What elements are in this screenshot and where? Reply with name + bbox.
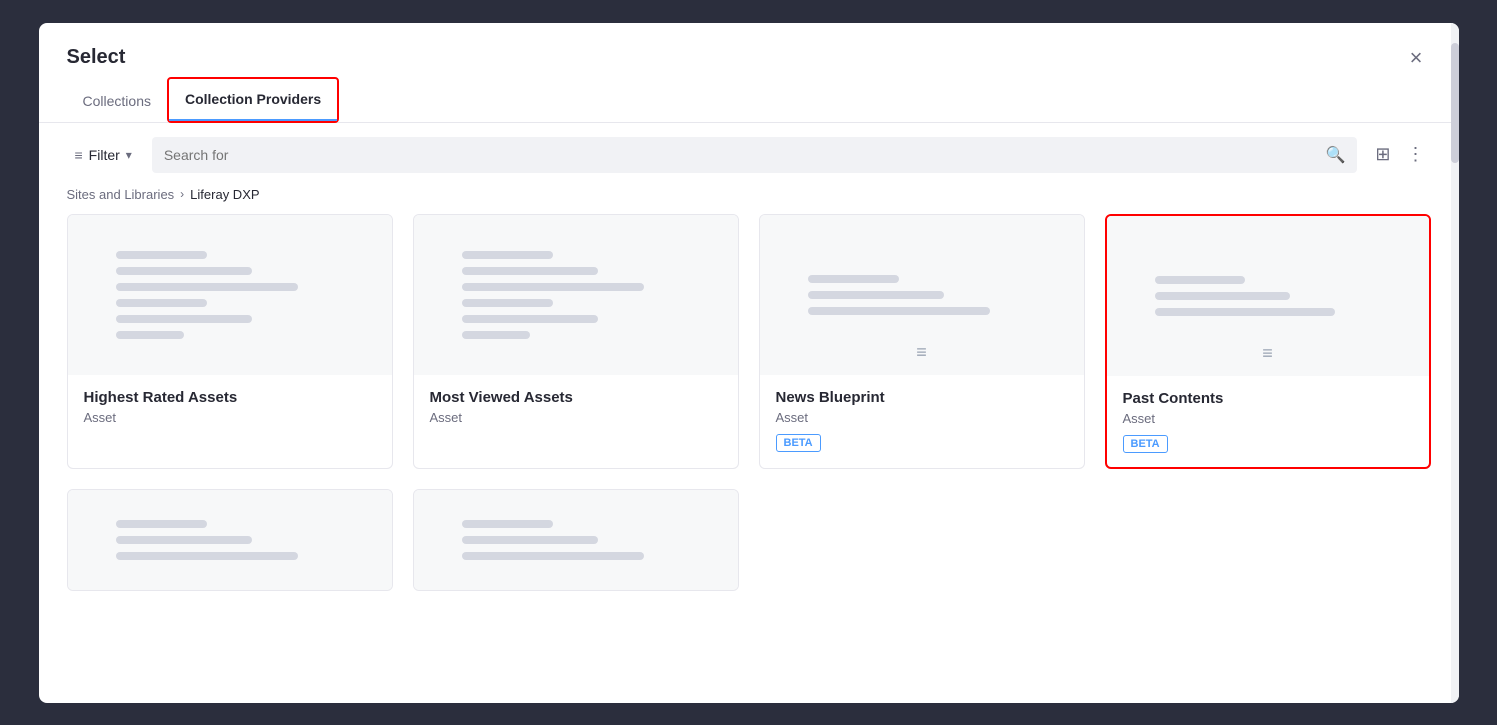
filter-button[interactable]: ≡ Filter ▾ [67,141,140,169]
card-preview: ≡ [760,215,1084,375]
skeleton-line [116,267,252,275]
skeleton-lines [808,275,1035,315]
card-title: Most Viewed Assets [430,389,722,406]
scrollbar-track[interactable] [1451,23,1459,703]
skeleton-lines [462,251,689,339]
skeleton-line [462,251,553,259]
card-title: News Blueprint [776,389,1068,406]
cards-grid: Highest Rated Assets Asset [67,214,1431,469]
card-body: Highest Rated Assets Asset [68,375,392,447]
skeleton-lines [116,520,343,560]
search-input[interactable] [164,147,1318,163]
skeleton-line [462,536,598,544]
cards-grid-row2 [67,489,1431,591]
skeleton-line [1155,292,1290,300]
select-modal: Select × Collections Collection Provider… [39,23,1459,703]
tab-collection-providers[interactable]: Collection Providers [169,79,337,121]
card-preview [68,490,392,590]
search-bar: 🔍 [152,137,1358,173]
skeleton-line [116,520,207,528]
skeleton-line [116,283,297,291]
skeleton-lines [116,251,343,339]
skeleton-line [462,552,643,560]
breadcrumb: Sites and Libraries › Liferay DXP [39,187,1459,214]
modal-header: Select × [39,23,1459,73]
grid-icon: ⊞ [1375,144,1390,164]
skeleton-line [116,331,184,339]
card-preview [68,215,392,375]
filter-symbol-icon: ≡ [916,342,927,363]
card-subtitle: Asset [776,410,1068,425]
card-body: Most Viewed Assets Asset [414,375,738,447]
skeleton-lines [462,520,689,560]
close-button[interactable]: × [1402,43,1431,73]
skeleton-line [462,315,598,323]
card-preview: ≡ [1107,216,1429,376]
skeleton-line [1155,308,1335,316]
tab-collections[interactable]: Collections [67,81,167,123]
card-body: Past Contents Asset BETA [1107,376,1429,467]
skeleton-line [808,275,899,283]
modal-title: Select [67,46,126,69]
filter-label: Filter [89,147,120,163]
breadcrumb-current: Liferay DXP [190,187,259,202]
skeleton-line [116,299,207,307]
partial-card-2[interactable] [413,489,739,591]
card-past-contents[interactable]: ≡ Past Contents Asset BETA [1105,214,1431,469]
card-subtitle: Asset [84,410,376,425]
card-preview [414,490,738,590]
search-icon-button[interactable]: 🔍 [1325,145,1345,165]
skeleton-line [116,251,207,259]
card-highest-rated[interactable]: Highest Rated Assets Asset [67,214,393,469]
card-title: Past Contents [1123,390,1413,407]
skeleton-line [462,283,643,291]
skeleton-line [116,552,297,560]
partial-card-1[interactable] [67,489,393,591]
breadcrumb-separator: › [180,187,184,201]
modal-overlay: Select × Collections Collection Provider… [0,0,1497,725]
card-subtitle: Asset [1123,411,1413,426]
skeleton-line [462,267,598,275]
card-body: News Blueprint Asset BETA [760,375,1084,466]
skeleton-line [1155,276,1245,284]
card-subtitle: Asset [430,410,722,425]
card-most-viewed[interactable]: Most Viewed Assets Asset [413,214,739,469]
toolbar: ≡ Filter ▾ 🔍 ⊞ ⋮ [39,123,1459,187]
beta-badge: BETA [1123,435,1168,453]
options-icon: ⋮ [1407,144,1425,164]
card-news-blueprint[interactable]: ≡ News Blueprint Asset BETA [759,214,1085,469]
skeleton-line [116,536,252,544]
skeleton-line [808,307,989,315]
filter-symbol-icon: ≡ [1262,343,1273,364]
search-icon: 🔍 [1325,147,1345,164]
filter-icon: ≡ [75,147,83,163]
content-area: Highest Rated Assets Asset [39,214,1459,703]
options-button[interactable]: ⋮ [1401,140,1431,169]
beta-badge: BETA [776,434,821,452]
grid-view-button[interactable]: ⊞ [1369,140,1396,169]
scrollbar-thumb[interactable] [1451,43,1459,163]
skeleton-line [462,299,553,307]
card-preview [414,215,738,375]
skeleton-lines [1155,276,1380,316]
skeleton-line [116,315,252,323]
view-toggle: ⊞ ⋮ [1369,140,1430,169]
skeleton-line [462,520,553,528]
card-title: Highest Rated Assets [84,389,376,406]
tabs-row: Collections Collection Providers [39,77,1459,123]
breadcrumb-root[interactable]: Sites and Libraries [67,187,175,202]
skeleton-line [808,291,944,299]
chevron-down-icon: ▾ [126,148,132,162]
skeleton-line [462,331,530,339]
